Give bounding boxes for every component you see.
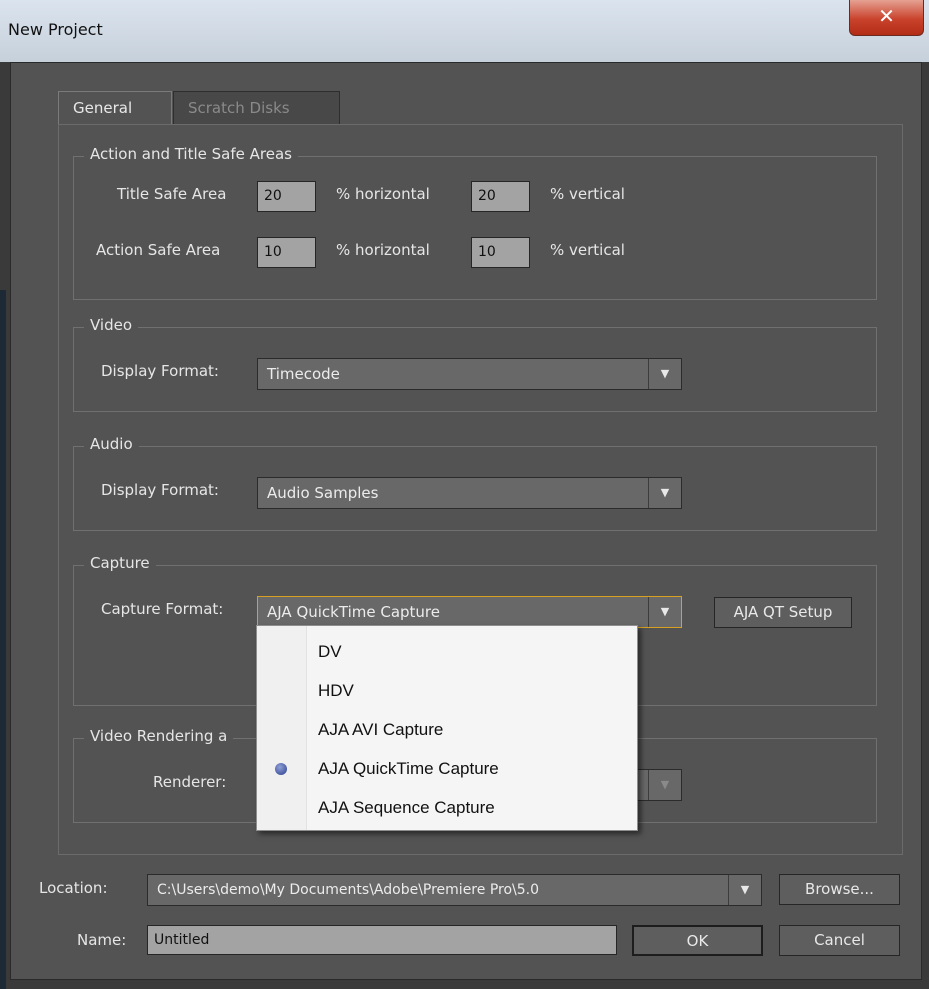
video-group: Video Display Format: Timecode ▼ xyxy=(73,316,877,412)
renderer-label: Renderer: xyxy=(153,773,227,791)
close-icon: ✕ xyxy=(878,4,895,28)
action-vertical-unit: % vertical xyxy=(550,241,625,259)
video-rendering-legend: Video Rendering a xyxy=(84,727,234,745)
title-safe-label: Title Safe Area xyxy=(117,185,227,203)
capture-format-dropdown-list: DV HDV AJA AVI Capture AJA QuickTime Cap… xyxy=(256,625,638,831)
title-horizontal-unit: % horizontal xyxy=(336,185,430,203)
video-legend: Video xyxy=(84,316,139,334)
audio-group: Audio Display Format: Audio Samples ▼ xyxy=(73,435,877,531)
ok-button[interactable]: OK xyxy=(632,925,763,956)
title-bar: New Project ✕ xyxy=(0,0,929,62)
dropdown-option-aja-avi-capture[interactable]: AJA AVI Capture xyxy=(318,720,443,740)
capture-format-value: AJA QuickTime Capture xyxy=(267,603,440,621)
capture-format-label: Capture Format: xyxy=(101,600,224,618)
dropdown-option-dv[interactable]: DV xyxy=(318,642,342,662)
title-vertical-unit: % vertical xyxy=(550,185,625,203)
action-safe-label: Action Safe Area xyxy=(96,241,221,259)
video-display-format-select[interactable]: Timecode ▼ xyxy=(257,358,682,390)
window-title: New Project xyxy=(8,20,103,39)
tab-scratch-disks[interactable]: Scratch Disks xyxy=(173,91,340,125)
name-label: Name: xyxy=(77,931,127,949)
location-select[interactable]: C:\Users\demo\My Documents\Adobe\Premier… xyxy=(147,874,762,906)
capture-format-select[interactable]: AJA QuickTime Capture ▼ xyxy=(257,596,682,628)
chevron-down-icon: ▼ xyxy=(648,597,681,627)
dropdown-option-hdv[interactable]: HDV xyxy=(318,681,354,701)
radio-dot-icon xyxy=(275,763,287,775)
action-horizontal-unit: % horizontal xyxy=(336,241,430,259)
dialog-client-area: General Scratch Disks Action and Title S… xyxy=(10,62,922,980)
cancel-button[interactable]: Cancel xyxy=(779,925,900,956)
action-safe-horizontal-input[interactable]: 10 xyxy=(257,237,316,268)
window-edge-strip xyxy=(0,290,6,989)
action-safe-vertical-input[interactable]: 10 xyxy=(471,237,530,268)
video-display-format-value: Timecode xyxy=(267,365,340,383)
audio-display-format-label: Display Format: xyxy=(101,481,219,499)
new-project-dialog: New Project ✕ General Scratch Disks Acti… xyxy=(0,0,929,989)
audio-legend: Audio xyxy=(84,435,139,453)
chevron-down-icon: ▼ xyxy=(648,359,681,389)
browse-button[interactable]: Browse... xyxy=(779,874,900,905)
tab-general[interactable]: General xyxy=(58,91,172,125)
video-display-format-label: Display Format: xyxy=(101,362,219,380)
dropdown-icon-gutter xyxy=(257,626,307,830)
title-safe-vertical-input[interactable]: 20 xyxy=(471,181,530,212)
chevron-down-icon: ▼ xyxy=(648,770,681,800)
close-button[interactable]: ✕ xyxy=(849,0,924,36)
name-input[interactable]: Untitled xyxy=(147,925,617,955)
title-safe-horizontal-input[interactable]: 20 xyxy=(257,181,316,212)
location-value: C:\Users\demo\My Documents\Adobe\Premier… xyxy=(157,882,540,898)
dropdown-option-aja-quicktime-capture[interactable]: AJA QuickTime Capture xyxy=(318,759,499,779)
chevron-down-icon: ▼ xyxy=(728,875,761,905)
audio-display-format-value: Audio Samples xyxy=(267,484,379,502)
location-label: Location: xyxy=(39,879,108,897)
aja-qt-setup-button[interactable]: AJA QT Setup xyxy=(714,597,852,628)
safe-areas-group: Action and Title Safe Areas Title Safe A… xyxy=(73,145,877,300)
chevron-down-icon: ▼ xyxy=(648,478,681,508)
safe-areas-legend: Action and Title Safe Areas xyxy=(84,145,298,163)
capture-legend: Capture xyxy=(84,554,156,572)
audio-display-format-select[interactable]: Audio Samples ▼ xyxy=(257,477,682,509)
dropdown-option-aja-sequence-capture[interactable]: AJA Sequence Capture xyxy=(318,798,495,818)
